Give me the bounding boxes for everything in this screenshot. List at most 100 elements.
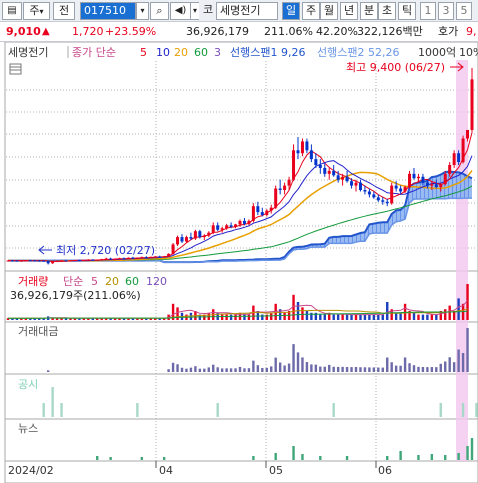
hoga-value: 9, <box>466 25 477 38</box>
volume-ma-20: 20 <box>105 275 119 288</box>
candle-body <box>28 260 32 262</box>
highlight-day-band <box>456 60 468 461</box>
news-pane[interactable] <box>4 418 478 462</box>
volume-bar <box>283 312 286 320</box>
amount-bar <box>386 357 389 372</box>
amount-bar <box>46 370 50 372</box>
candle-body <box>229 225 233 227</box>
amount-bar <box>216 367 219 372</box>
amount-bar <box>305 362 309 372</box>
disclosure-bar <box>216 403 219 417</box>
prev-button[interactable]: 전 <box>53 2 75 20</box>
disclosure-bar <box>42 403 45 417</box>
volume-bar <box>394 312 398 320</box>
news-bar <box>319 456 322 460</box>
amount-bar <box>203 368 206 372</box>
settings-icon[interactable] <box>9 63 22 75</box>
disclosure-pane[interactable] <box>4 373 478 420</box>
period-tab-1[interactable]: 주 <box>302 2 320 20</box>
high-annotation: 최고 9,400 (06/27) <box>346 61 445 74</box>
amount-bar <box>328 364 331 372</box>
menu-icon[interactable]: ▤ <box>2 2 22 20</box>
candle-body <box>189 237 193 239</box>
volume-bar <box>350 314 353 320</box>
amount-bar <box>354 367 358 372</box>
candle-body <box>408 173 412 188</box>
candle-body <box>113 258 117 260</box>
news-bar <box>109 457 112 460</box>
toolbar: ▤ 주▾ 전 017510 ▾ ⌕ ◀) ▾ 코 세명전기 일주월년분초틱135 <box>0 0 478 22</box>
candle-body <box>131 257 135 259</box>
amount-bar <box>180 367 184 372</box>
candle-body <box>461 138 465 163</box>
volume-bar <box>426 314 429 320</box>
amount-bar <box>220 368 224 372</box>
volume-bar <box>305 311 309 320</box>
amount-bar <box>381 367 384 372</box>
period-tab-3[interactable]: 년 <box>340 2 358 20</box>
volume-bar <box>332 314 335 320</box>
number-tab-1[interactable]: 3 <box>438 2 454 20</box>
candle-body <box>314 159 318 165</box>
info-bar: 9,010 ▲ 1,720 +23.59% 36,926,179 211.06%… <box>0 22 478 42</box>
amount-bar <box>368 367 371 372</box>
candle-body <box>42 260 46 262</box>
candle-body <box>412 173 416 179</box>
volume-ma-label: 단순 <box>63 275 83 288</box>
candle-body <box>457 153 461 163</box>
ichimoku-span1-label: 선행스팬1 9,26 <box>230 46 305 59</box>
period-tab-6[interactable]: 틱 <box>398 2 416 20</box>
ma-20-label: 20 <box>174 46 188 59</box>
candle-body <box>234 224 238 227</box>
period-tab-0[interactable]: 일 <box>282 2 300 20</box>
amount-bar <box>394 365 398 372</box>
amount: 322,126백만 <box>357 25 423 38</box>
number-tab-0[interactable]: 1 <box>420 2 436 20</box>
disclosure-bar <box>60 403 63 417</box>
candle-body <box>345 176 349 182</box>
candle-body <box>33 260 37 262</box>
amount-bar <box>323 366 326 372</box>
candle-body <box>256 206 260 213</box>
period-tab-2[interactable]: 월 <box>320 2 338 20</box>
stock-name[interactable]: 세명전기 <box>216 2 278 20</box>
amount-bar <box>319 366 322 372</box>
speaker-icon[interactable]: ◀) <box>170 2 191 20</box>
candle-body <box>140 257 144 259</box>
news-bar <box>470 438 474 460</box>
up-arrow-icon: ▲ <box>42 26 50 37</box>
volume-bar <box>377 314 380 320</box>
amount-bar <box>207 367 210 372</box>
volume-ma-60: 60 <box>125 275 139 288</box>
candle-body <box>122 258 126 260</box>
candle-body <box>376 197 380 201</box>
hoga-label: 호가 <box>438 25 459 38</box>
market-select[interactable]: 주▾ <box>23 2 50 20</box>
volume-ratio: 211.06% <box>264 25 313 38</box>
candle-body <box>287 179 291 186</box>
amount-pane[interactable] <box>4 321 478 375</box>
disclosure-title: 공시 <box>18 378 38 391</box>
chart-area[interactable]: 세명전기 종가 단순 5 10 20 60 3 선행스팬1 9,26 선행스팬2… <box>0 42 478 483</box>
disclosure-bar <box>439 403 442 417</box>
amount-bar <box>283 365 286 372</box>
amount-bar <box>229 368 233 372</box>
period-tab-5[interactable]: 초 <box>378 2 396 20</box>
code-input[interactable]: 017510 <box>80 2 136 20</box>
code-dropdown[interactable]: ▾ <box>136 2 149 20</box>
number-tab-2[interactable]: 5 <box>456 2 472 20</box>
amount-bar <box>363 367 367 372</box>
ma-3-label: 3 <box>214 46 221 59</box>
candle-body <box>430 184 434 186</box>
volume-bar <box>412 312 416 320</box>
volume-bar <box>444 309 447 320</box>
amount-bar <box>421 367 425 372</box>
candle-body <box>439 184 443 188</box>
candle-body <box>300 141 304 154</box>
amount-bar <box>225 368 228 372</box>
candle-body <box>372 194 376 198</box>
ma-60-label: 60 <box>194 46 208 59</box>
search-icon[interactable]: ⌕ <box>150 2 169 20</box>
period-tab-4[interactable]: 분 <box>360 2 378 20</box>
candle-body <box>167 253 171 257</box>
